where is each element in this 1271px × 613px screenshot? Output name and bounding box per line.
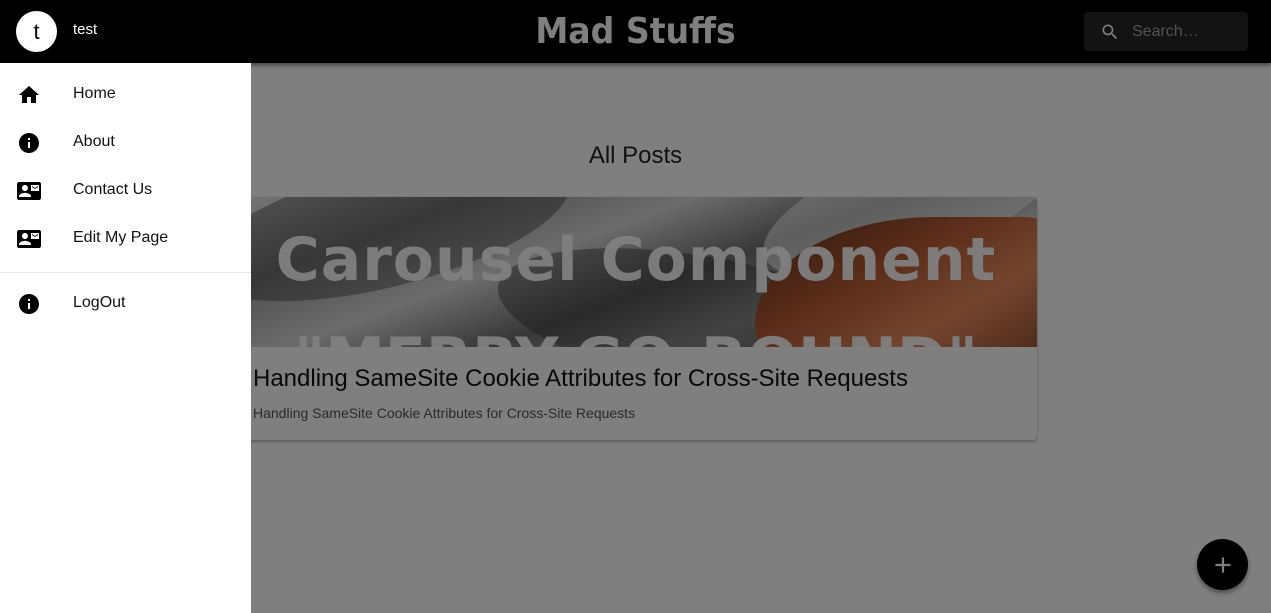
info-icon bbox=[19, 133, 39, 153]
drawer-item-edit-my-page[interactable]: Edit My Page bbox=[0, 215, 251, 263]
drawer-item-label: Contact Us bbox=[73, 181, 153, 198]
drawer-item-about[interactable]: About bbox=[0, 119, 251, 167]
info-icon bbox=[19, 294, 39, 314]
drawer-item-label: LogOut bbox=[73, 294, 126, 311]
avatar[interactable]: t bbox=[16, 11, 57, 52]
contact-card-icon bbox=[17, 182, 41, 200]
username: test bbox=[73, 21, 98, 38]
drawer-divider bbox=[0, 272, 251, 273]
drawer-item-logout[interactable]: LogOut bbox=[0, 280, 251, 328]
contact-card-icon bbox=[17, 230, 41, 248]
drawer-item-label: About bbox=[73, 133, 115, 150]
drawer-item-home[interactable]: Home bbox=[0, 71, 251, 119]
navigation-drawer: Home About Contact Us Edit My Page LogOu… bbox=[0, 63, 251, 613]
home-icon bbox=[19, 86, 39, 103]
drawer-item-contact-us[interactable]: Contact Us bbox=[0, 167, 251, 215]
drawer-item-label: Edit My Page bbox=[73, 229, 169, 246]
drawer-header: t test bbox=[0, 0, 251, 63]
drawer-item-label: Home bbox=[73, 85, 116, 102]
